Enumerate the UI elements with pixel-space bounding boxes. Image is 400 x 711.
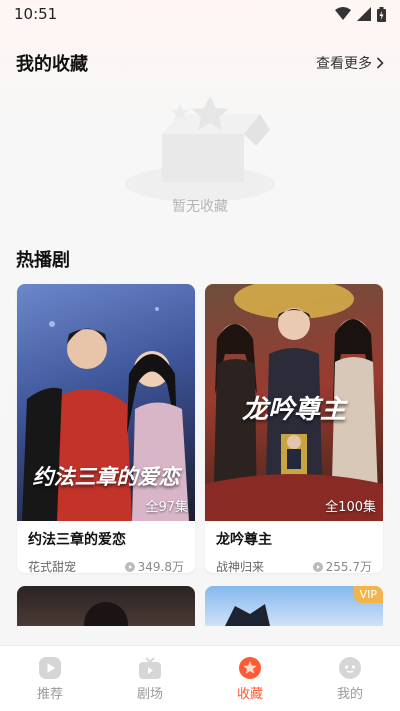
empty-box-icon <box>125 96 275 202</box>
drama-info: 龙吟尊主 战神归来 255.7万 <box>205 521 383 573</box>
signal-icon <box>357 7 371 21</box>
tab-profile[interactable]: 我的 <box>300 646 400 711</box>
play-count-icon <box>124 561 135 572</box>
vip-badge: VIP <box>353 586 383 603</box>
view-count-value: 349.8万 <box>137 560 184 573</box>
tab-favorites[interactable]: 收藏 <box>200 646 300 711</box>
tab-label: 收藏 <box>236 686 263 702</box>
tab-label: 剧场 <box>136 686 163 702</box>
status-bar: 10:51 <box>0 0 400 28</box>
star-icon <box>239 656 261 679</box>
wifi-icon <box>335 7 351 20</box>
play-icon <box>39 656 61 679</box>
empty-text: 暂无收藏 <box>172 199 228 215</box>
tab-recommend[interactable]: 推荐 <box>0 646 100 711</box>
favorites-empty-state: 暂无收藏 <box>0 76 400 226</box>
drama-card-partial[interactable] <box>17 586 195 646</box>
drama-grid-row-2: VIP <box>0 586 400 646</box>
profile-face-icon <box>339 656 361 679</box>
tab-theater[interactable]: 剧场 <box>100 646 200 711</box>
play-count-icon <box>312 561 323 572</box>
drama-tag: 战神归来 <box>216 560 265 573</box>
bottom-tab-bar: 推荐 剧场 收藏 我的 <box>0 645 400 711</box>
tab-label: 我的 <box>336 686 363 702</box>
drama-poster[interactable]: 龙吟尊主 全100集 <box>205 284 383 521</box>
drama-info: 约法三章的爱恋 花式甜宠 349.8万 <box>17 521 195 573</box>
status-time: 10:51 <box>14 5 58 23</box>
favorites-header: 我的收藏 查看更多 <box>0 50 400 76</box>
poster-title: 约法三章的爱恋 <box>32 464 180 489</box>
drama-card[interactable]: 龙吟尊主 全100集 龙吟尊主 战神归来 255.7万 <box>205 284 383 573</box>
chevron-right-icon <box>376 57 384 69</box>
drama-meta: 花式甜宠 349.8万 <box>28 558 184 573</box>
drama-meta: 战神归来 255.7万 <box>216 558 372 573</box>
episode-count: 全100集 <box>325 500 376 515</box>
view-count-value: 255.7万 <box>325 560 372 573</box>
hot-title: 热播剧 <box>16 250 70 271</box>
drama-name: 龙吟尊主 <box>216 532 272 548</box>
episode-count: 全97集 <box>145 500 188 515</box>
poster-art <box>84 602 128 646</box>
tv-icon <box>139 656 161 679</box>
battery-icon <box>377 6 386 22</box>
drama-name: 约法三章的爱恋 <box>28 532 126 548</box>
hot-header: 热播剧 <box>0 246 400 272</box>
drama-grid: 约法三章的爱恋 全97集 约法三章的爱恋 花式甜宠 349.8万 龙吟尊主 全1… <box>0 284 400 573</box>
view-count: 255.7万 <box>312 558 372 573</box>
view-more-link[interactable]: 查看更多 <box>316 53 384 73</box>
poster-title: 龙吟尊主 <box>241 395 346 425</box>
view-count: 349.8万 <box>124 558 184 573</box>
favorites-title: 我的收藏 <box>16 54 88 75</box>
drama-tag: 花式甜宠 <box>28 560 77 573</box>
status-icons <box>335 6 386 22</box>
tab-label: 推荐 <box>36 686 63 702</box>
drama-card-partial[interactable]: VIP <box>205 586 383 626</box>
drama-poster[interactable]: 约法三章的爱恋 全97集 <box>17 284 195 521</box>
drama-card[interactable]: 约法三章的爱恋 全97集 约法三章的爱恋 花式甜宠 349.8万 <box>17 284 195 573</box>
view-more-label: 查看更多 <box>316 56 372 72</box>
